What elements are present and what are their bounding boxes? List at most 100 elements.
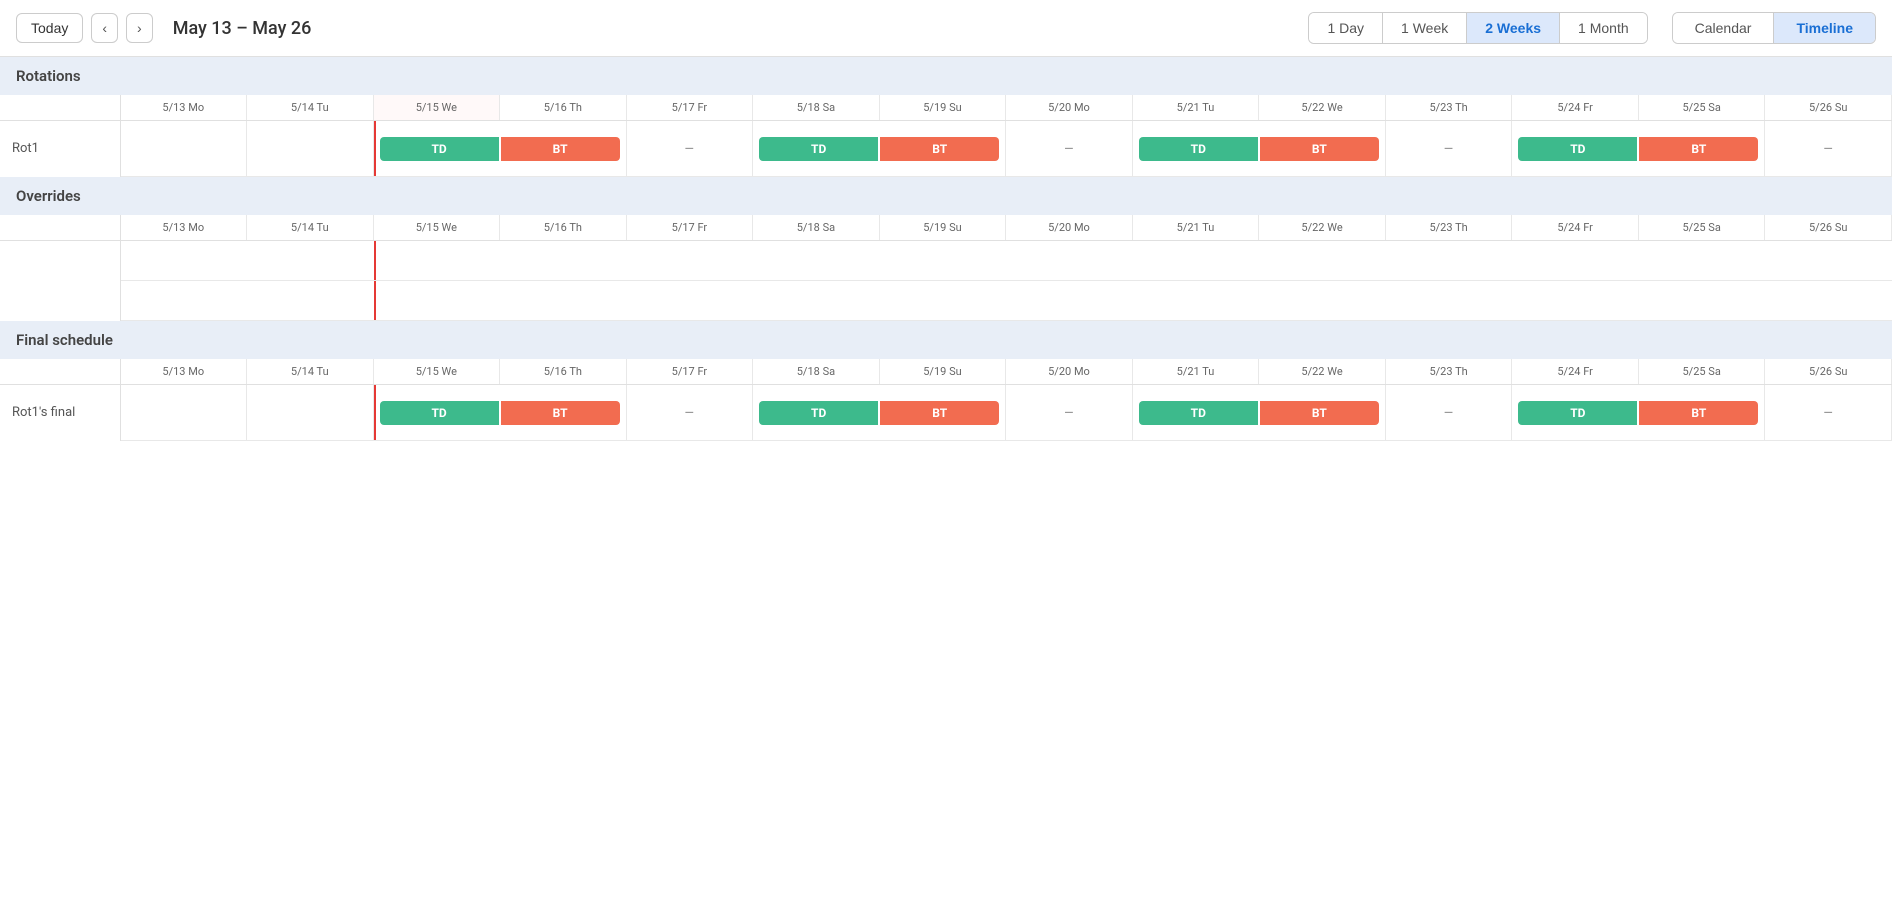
rotations-header-row: 5/13 Mo 5/14 Tu 5/15 We 5/16 Th 5/17 Fr … [0,95,1892,177]
fs-cell-10-dash: – [1385,385,1512,441]
day-header-9: 5/22 We [1259,95,1386,121]
ov-day-4: 5/17 Fr [626,215,753,241]
fs-td-3[interactable]: TD [1139,401,1258,425]
fs-cell-4-dash: – [626,385,753,441]
today-line-fs [374,385,376,440]
day-header-5: 5/18 Sa [753,95,880,121]
fs-day-0: 5/13 Mo [120,359,247,385]
view-1week[interactable]: 1 Week [1383,13,1467,43]
overrides-empty-row-2 [0,281,1892,321]
fs-day-1: 5/14 Tu [247,359,374,385]
overrides-header-row: 5/13 Mo 5/14 Tu 5/15 We 5/16 Th 5/17 Fr … [0,215,1892,321]
rot1-td-2[interactable]: TD [759,137,878,161]
fs-day-13: 5/26 Su [1765,359,1892,385]
fs-bt-4[interactable]: BT [1639,401,1758,425]
fs-td-4[interactable]: TD [1518,401,1637,425]
rot1-cell-5-6[interactable]: TD BT [753,121,1006,177]
day-header-8: 5/21 Tu [1132,95,1259,121]
fs-cell-11-12[interactable]: TD BT [1512,385,1765,441]
fs-day-8: 5/21 Tu [1132,359,1259,385]
rot1-bt-1[interactable]: BT [501,137,620,161]
today-line-ov-2 [374,281,376,320]
rot1-td-4[interactable]: TD [1518,137,1637,161]
rot1-event-2[interactable]: TD BT [753,129,1005,169]
section-rotations: Rotations [0,57,1892,95]
section-final: Final schedule [0,321,1892,359]
day-header-12: 5/25 Sa [1638,95,1765,121]
fs-cell-13-dash: – [1765,385,1892,441]
view-group: 1 Day 1 Week 2 Weeks 1 Month [1308,12,1647,44]
ov-day-12: 5/25 Sa [1638,215,1765,241]
day-header-10: 5/23 Th [1385,95,1512,121]
fs-td-1[interactable]: TD [380,401,499,425]
ov-day-13: 5/26 Su [1765,215,1892,241]
day-header-3: 5/16 Th [500,95,627,121]
fs-cell-8-9[interactable]: TD BT [1132,385,1385,441]
rot1-event-4[interactable]: TD BT [1512,129,1764,169]
view-2weeks[interactable]: 2 Weeks [1467,13,1560,43]
day-header-0: 5/13 Mo [120,95,247,121]
rot1-cell-13-dash: – [1765,121,1892,177]
day-header-6: 5/19 Su [879,95,1006,121]
rot1-bt-2[interactable]: BT [880,137,999,161]
fs-day-6: 5/19 Su [879,359,1006,385]
rot1-bt-4[interactable]: BT [1639,137,1758,161]
fs-cell-2-3[interactable]: TD BT [373,385,626,441]
fs-day-3: 5/16 Th [500,359,627,385]
rot1-bt-3[interactable]: BT [1260,137,1379,161]
fs-event-2[interactable]: TD BT [753,393,1005,433]
mode-group: Calendar Timeline [1672,12,1876,44]
today-line-rot1 [374,121,376,176]
fs-event-4[interactable]: TD BT [1512,393,1764,433]
today-line-ov-1 [374,241,376,280]
fs-day-4: 5/17 Fr [626,359,753,385]
today-button[interactable]: Today [16,13,83,43]
next-button[interactable]: › [126,13,153,43]
rot1-cell-2-3[interactable]: TD BT [373,121,626,177]
day-header-13: 5/26 Su [1765,95,1892,121]
fs-day-5: 5/18 Sa [753,359,880,385]
view-1month[interactable]: 1 Month [1560,13,1647,43]
rot1-cell-0 [120,121,247,177]
rot1-event-1[interactable]: TD BT [374,129,626,169]
day-header-4: 5/17 Fr [626,95,753,121]
prev-button[interactable]: ‹ [91,13,118,43]
fs-event-3[interactable]: TD BT [1133,393,1385,433]
ov-day-2: 5/15 We [373,215,500,241]
ov-day-8: 5/21 Tu [1132,215,1259,241]
rot1-td-3[interactable]: TD [1139,137,1258,161]
ov-day-10: 5/23 Th [1385,215,1512,241]
ov-day-6: 5/19 Su [879,215,1006,241]
overrides-empty-row-1 [0,241,1892,281]
ov-day-3: 5/16 Th [500,215,627,241]
rot1-td-1[interactable]: TD [380,137,499,161]
rot1-cell-8-9[interactable]: TD BT [1132,121,1385,177]
fs-cell-5-6[interactable]: TD BT [753,385,1006,441]
mode-timeline[interactable]: Timeline [1774,13,1875,43]
rot1-cell-11-12[interactable]: TD BT [1512,121,1765,177]
rot1-cell-10-dash: – [1385,121,1512,177]
mode-calendar[interactable]: Calendar [1673,13,1775,43]
fs-day-9: 5/22 We [1259,359,1386,385]
date-range: May 13 – May 26 [173,18,312,39]
rot1-label: Rot1 [0,121,120,177]
view-1day[interactable]: 1 Day [1309,13,1383,43]
ov-day-1: 5/14 Tu [247,215,374,241]
fs-cell-0 [120,385,247,441]
fs-day-10: 5/23 Th [1385,359,1512,385]
fs-td-2[interactable]: TD [759,401,878,425]
fs-bt-2[interactable]: BT [880,401,999,425]
fs-cell-7-dash: – [1006,385,1133,441]
rot1-cell-7-dash: – [1006,121,1133,177]
section-overrides: Overrides [0,177,1892,215]
day-header-1: 5/14 Tu [247,95,374,121]
fs-day-12: 5/25 Sa [1638,359,1765,385]
fs-bt-3[interactable]: BT [1260,401,1379,425]
fs-bt-1[interactable]: BT [501,401,620,425]
calendar-body: Rotations 5/13 Mo 5/14 Tu 5/15 We 5/16 T… [0,57,1892,441]
rot1-event-3[interactable]: TD BT [1133,129,1385,169]
fs-day-2: 5/15 We [373,359,500,385]
fs-event-1[interactable]: TD BT [374,393,626,433]
rot1-row: Rot1 TD BT – TD [0,121,1892,177]
final-header-row: 5/13 Mo 5/14 Tu 5/15 We 5/16 Th 5/17 Fr … [0,359,1892,441]
